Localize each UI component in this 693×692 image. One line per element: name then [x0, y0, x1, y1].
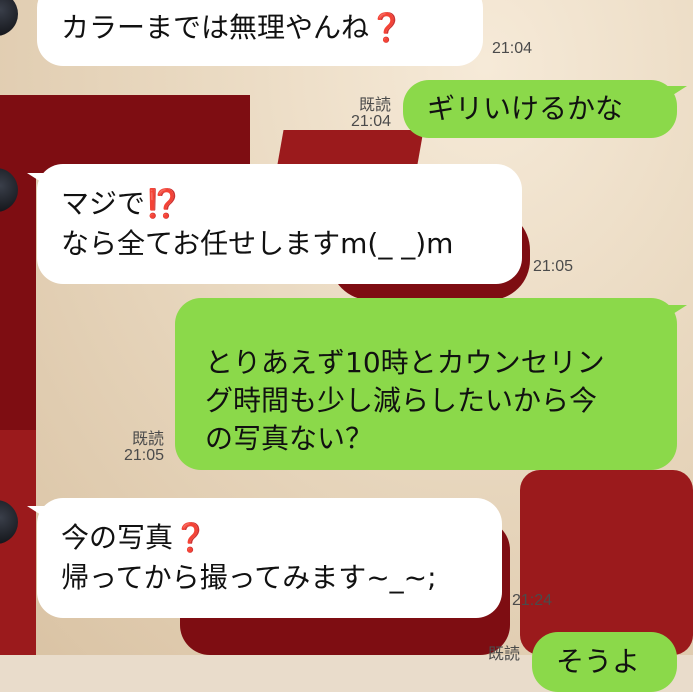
message-bubble-incoming[interactable]: カラーまでは無理やんね❓: [37, 0, 483, 66]
message-bubble-outgoing[interactable]: そうよ: [532, 632, 677, 692]
message-text: とりあえず10時とカウンセリン: [205, 346, 605, 379]
question-mark-emoji-icon: ❓: [173, 521, 208, 554]
question-mark-emoji-icon: ❓: [369, 11, 404, 44]
message-text: ギリいけるかな: [427, 92, 624, 125]
message-text: 今の写真: [61, 521, 174, 554]
message-text: 帰ってから撮ってみます~_~;: [61, 561, 437, 594]
message-text: マジで: [61, 187, 146, 220]
exclamation-question-emoji-icon: ⁉️: [145, 187, 180, 220]
message-time: 21:04: [492, 40, 533, 57]
message-time: 21:05: [123, 447, 164, 464]
message-text: グ時間も少し減らしたいから今: [205, 384, 598, 417]
bubble-tail: [665, 86, 687, 100]
read-receipt: 既読: [131, 431, 164, 448]
message-time: 21:05: [533, 258, 574, 275]
read-receipt: 既読: [487, 646, 520, 663]
message-bubble-outgoing[interactable]: とりあえず10時とカウンセリン グ時間も少し減らしたいから今 の写真ない？: [175, 298, 677, 470]
bubble-tail: [665, 305, 687, 319]
message-text: そうよ: [556, 645, 641, 678]
message-bubble-outgoing[interactable]: ギリいけるかな: [403, 80, 677, 138]
message-text: カラーまでは無理やんね: [61, 11, 370, 44]
read-receipt: 既読: [358, 97, 391, 114]
message-text: の写真ない？: [205, 422, 374, 455]
message-time: 21:04: [350, 113, 391, 130]
message-bubble-incoming[interactable]: マジで⁉️ なら全てお任せしますm(_ _)m: [37, 164, 522, 284]
message-bubble-incoming[interactable]: 今の写真❓ 帰ってから撮ってみます~_~;: [37, 498, 502, 618]
message-time: 21:24: [512, 592, 553, 609]
message-text: なら全てお任せしますm(_ _)m: [61, 227, 454, 260]
